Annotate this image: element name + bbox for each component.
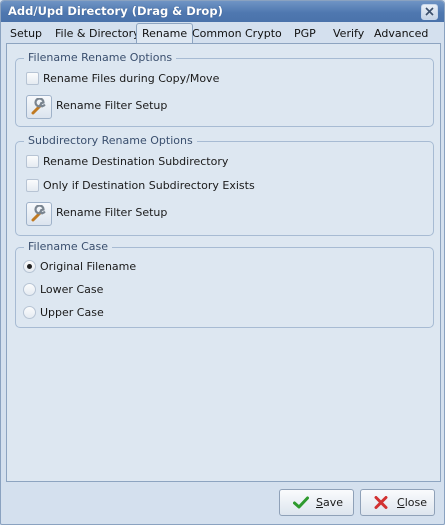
filename-rename-filter-setup-button[interactable] — [26, 95, 52, 119]
rename-destination-label: Rename Destination Subdirectory — [43, 155, 229, 168]
tab-file-directory[interactable]: File & Directory — [55, 25, 140, 42]
checkmark-icon — [293, 496, 309, 509]
rename-files-label: Rename Files during Copy/Move — [43, 72, 220, 85]
filename-case-group: Filename Case Original Filename Lower Ca… — [15, 240, 434, 328]
tab-strip: Setup File & Directory Rename Common Cry… — [6, 23, 439, 44]
tab-rename[interactable]: Rename — [136, 23, 194, 44]
radio-upper-case-label: Upper Case — [40, 306, 104, 319]
subdirectory-rename-group: Subdirectory Rename Options Rename Desti… — [15, 134, 434, 236]
radio-upper-case-row[interactable]: Upper Case — [23, 305, 104, 321]
tab-verify[interactable]: Verify — [333, 25, 364, 42]
rename-destination-checkbox-row[interactable]: Rename Destination Subdirectory — [26, 154, 228, 170]
filename-rename-filter-setup-label: Rename Filter Setup — [56, 99, 168, 112]
wrench-icon — [31, 98, 46, 115]
radio-original-filename[interactable] — [23, 259, 36, 273]
rename-files-checkbox-row[interactable]: Rename Files during Copy/Move — [26, 71, 219, 87]
only-if-exists-label: Only if Destination Subdirectory Exists — [43, 179, 255, 192]
tab-pgp[interactable]: PGP — [294, 25, 316, 42]
dialog-window: Add/Upd Directory (Drag & Drop) Setup Fi… — [0, 0, 445, 525]
radio-lower-case[interactable] — [23, 282, 36, 296]
only-if-exists-checkbox[interactable] — [26, 178, 39, 192]
subdir-rename-filter-setup-label: Rename Filter Setup — [56, 206, 168, 219]
radio-lower-case-label: Lower Case — [40, 283, 104, 296]
subdir-rename-filter-setup-button[interactable] — [26, 202, 52, 226]
radio-lower-case-row[interactable]: Lower Case — [23, 282, 103, 298]
radio-original-filename-label: Original Filename — [40, 260, 137, 273]
tab-setup[interactable]: Setup — [10, 25, 42, 42]
only-if-exists-checkbox-row[interactable]: Only if Destination Subdirectory Exists — [26, 178, 255, 194]
window-title: Add/Upd Directory (Drag & Drop) — [8, 4, 223, 18]
rename-tab-panel: Filename Rename Options Rename Files dur… — [6, 43, 441, 482]
close-button[interactable]: Close — [360, 489, 435, 516]
filename-case-legend: Filename Case — [24, 240, 113, 253]
radio-upper-case[interactable] — [23, 305, 36, 319]
rename-destination-checkbox[interactable] — [26, 154, 39, 168]
radio-original-filename-row[interactable]: Original Filename — [23, 259, 136, 275]
tab-crypto[interactable]: Crypto — [245, 25, 282, 42]
rename-files-checkbox[interactable] — [26, 71, 39, 85]
window-close-button[interactable] — [421, 4, 438, 20]
filename-rename-group: Filename Rename Options Rename Files dur… — [15, 51, 434, 127]
x-icon — [374, 496, 388, 509]
close-icon — [425, 7, 434, 16]
subdirectory-rename-legend: Subdirectory Rename Options — [24, 134, 197, 147]
tab-advanced[interactable]: Advanced — [374, 25, 428, 42]
title-bar[interactable]: Add/Upd Directory (Drag & Drop) — [1, 1, 444, 22]
filename-rename-legend: Filename Rename Options — [24, 51, 177, 64]
save-button[interactable]: Save — [279, 489, 354, 516]
wrench-icon — [31, 205, 46, 222]
tab-common[interactable]: Common — [192, 25, 242, 42]
close-label: Close — [397, 496, 427, 509]
save-label: Save — [316, 496, 344, 509]
